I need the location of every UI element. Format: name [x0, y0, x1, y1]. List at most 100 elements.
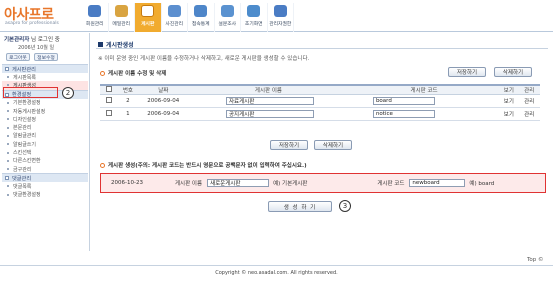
nav-item-0[interactable]: 회원관리 [82, 3, 109, 32]
row-no: 1 [117, 107, 139, 121]
new-board-name-input[interactable]: 새로운게시판 [207, 179, 270, 187]
row-no: 2 [117, 94, 139, 108]
menu-group-label: 댓글관리 [12, 175, 32, 182]
sidebar-item[interactable]: 게시판목록 [2, 73, 88, 81]
row-name-cell: 자료게시판 [187, 94, 349, 108]
save-button-top[interactable]: 저장하기 [448, 67, 486, 77]
login-date: 2006년 10월 일 [18, 45, 55, 51]
sidebar-item[interactable]: 스킨선택 [2, 148, 88, 156]
sidebar-item[interactable]: 기본환경설정 [2, 99, 88, 107]
manage-link[interactable]: 관리 [518, 107, 540, 121]
nav-label: 관리자권한 [269, 22, 292, 27]
sidebar-item[interactable]: 알림글쓰기 [2, 140, 88, 148]
create-note: (주의: 게시판 코드는 반드시 영문으로 공백문자 없이 입력하여 주십시요.… [135, 163, 307, 169]
table-header-row: 번호 날짜 게시판 이름 게시판 코드 보기 관리 [100, 84, 540, 95]
bullet-icon [7, 110, 9, 113]
sidebar-item-label: 디자인설정 [13, 116, 37, 123]
board-name-example: 예) 기본게시판 [273, 181, 308, 187]
bullet-icon [7, 118, 9, 121]
create-date: 2006-10-23 [111, 180, 143, 186]
view-link[interactable]: 보기 [499, 107, 519, 121]
nav-item-4[interactable]: 접속통계 [188, 3, 215, 32]
bullet-icon [7, 159, 9, 162]
board-code-input[interactable]: notice [372, 110, 435, 118]
nav-item-3[interactable]: 사진관리 [162, 3, 188, 32]
row-code-cell: board [348, 94, 500, 108]
save-button-bottom[interactable]: 저장하기 [270, 140, 308, 150]
nav-label: 게시판 [141, 22, 155, 27]
survey-icon [220, 5, 234, 17]
col-board-name: 게시판 이름 [187, 84, 349, 95]
folder-icon [5, 176, 9, 181]
delete-button-top[interactable]: 삭제하기 [494, 67, 532, 77]
col-view: 보기 [499, 84, 519, 95]
bullet-icon [100, 70, 105, 76]
menu-group-label: 게시판관리 [12, 66, 36, 73]
nav-item-6[interactable]: 초기화면 [241, 3, 268, 32]
edit-info-button[interactable]: 정보수정 [34, 53, 58, 61]
sidebar-item[interactable]: 알림글관리 [2, 132, 88, 140]
board-icon [141, 5, 155, 17]
top-nav: 회원관리 메일관리 게시판 사진관리 접속통계 설문조사 초기화면 관리자권한 [82, 3, 294, 32]
board-name-input[interactable]: 공지게시판 [225, 110, 314, 118]
row-select-cell [100, 94, 118, 108]
nav-label: 메일관리 [112, 22, 131, 27]
sidebar-item[interactable]: 다른스킨변환 [2, 157, 88, 165]
col-manage: 관리 [518, 84, 540, 95]
sidebar-item[interactable]: 금구관리 [2, 165, 88, 173]
top-link[interactable]: Top © [527, 257, 544, 263]
bullet-icon [7, 151, 9, 154]
board-name-input[interactable]: 자료게시판 [225, 97, 314, 105]
row-checkbox[interactable] [105, 110, 112, 116]
board-code-label: 게시판 코드 [377, 181, 405, 187]
edit-section-title: 게시판 이름 수정 및 삭제 [100, 69, 166, 77]
sidebar-item[interactable]: 디자인설정 [2, 115, 88, 123]
login-greeting: 기본관리자 님 로그인 중 [4, 35, 60, 43]
sidebar-item[interactable]: 댓글목록 [2, 182, 88, 190]
menu-group[interactable]: 댓글관리 [2, 173, 88, 183]
manage-link[interactable]: 관리 [518, 94, 540, 108]
menu-group[interactable]: 게시판관리 [2, 64, 88, 73]
create-row: 2006-10-23 게시판 이름 새로운게시판 예) 기본게시판 게시판 코드… [100, 173, 546, 193]
sidebar: 기본관리자 님 로그인 중 2006년 10월 일 로그아웃 정보수정 게시판관… [0, 33, 90, 251]
sidebar-item[interactable]: 자동게시판설정 [2, 107, 88, 115]
nav-item-1[interactable]: 메일관리 [109, 3, 135, 32]
members-icon [88, 5, 102, 17]
create-button[interactable]: 생 성 하 기 [268, 201, 332, 212]
view-link[interactable]: 보기 [499, 94, 519, 108]
row-checkbox[interactable] [105, 97, 112, 103]
nav-item-5[interactable]: 설문조사 [215, 3, 241, 32]
sidebar-item-label: 자동게시판설정 [13, 108, 46, 115]
bullet-icon [7, 134, 9, 137]
bullet-icon [7, 76, 9, 79]
sidebar-item-label: 댓글환경설정 [13, 192, 41, 199]
logout-button[interactable]: 로그아웃 [6, 53, 30, 61]
bullet-icon [7, 126, 9, 129]
admin-icon [273, 5, 287, 17]
sidebar-item[interactable]: 본문관리 [2, 123, 88, 131]
row-date: 2006-09-04 [138, 94, 188, 108]
stats-icon [194, 5, 208, 17]
info-text: ※ 이미 운영 중인 게시판 이름을 수정하거나 삭제하고, 새로운 게시판을 … [98, 56, 310, 62]
sidebar-item-label: 게시판목록 [13, 74, 37, 81]
select-all-header [100, 84, 118, 95]
nav-label: 회원관리 [85, 22, 104, 27]
login-status: 님 로그인 중 [29, 37, 60, 43]
sidebar-item[interactable]: 댓글환경설정 [2, 191, 88, 199]
bullet-icon [7, 143, 9, 146]
new-board-code-input[interactable]: newboard [409, 179, 466, 187]
nav-item-2[interactable]: 게시판 [135, 3, 162, 32]
bullet-icon [7, 193, 9, 196]
footer-copyright: Copyright © neo.asadal.com. All rights r… [215, 270, 338, 276]
sidebar-item-label: 스킨선택 [13, 150, 32, 157]
board-code-input[interactable]: board [372, 97, 435, 105]
callout-3: 3 [339, 200, 351, 212]
nav-item-7[interactable]: 관리자권한 [268, 3, 294, 32]
col-date: 날짜 [138, 84, 188, 95]
select-all-checkbox[interactable] [105, 86, 112, 92]
delete-button-bottom[interactable]: 삭제하기 [314, 140, 352, 150]
col-no: 번호 [117, 84, 139, 95]
sidebar-item-label: 알림글관리 [13, 133, 37, 140]
col-board-code: 게시판 코드 [348, 84, 500, 95]
logo-subtitle: asapro for professionals [5, 21, 59, 26]
